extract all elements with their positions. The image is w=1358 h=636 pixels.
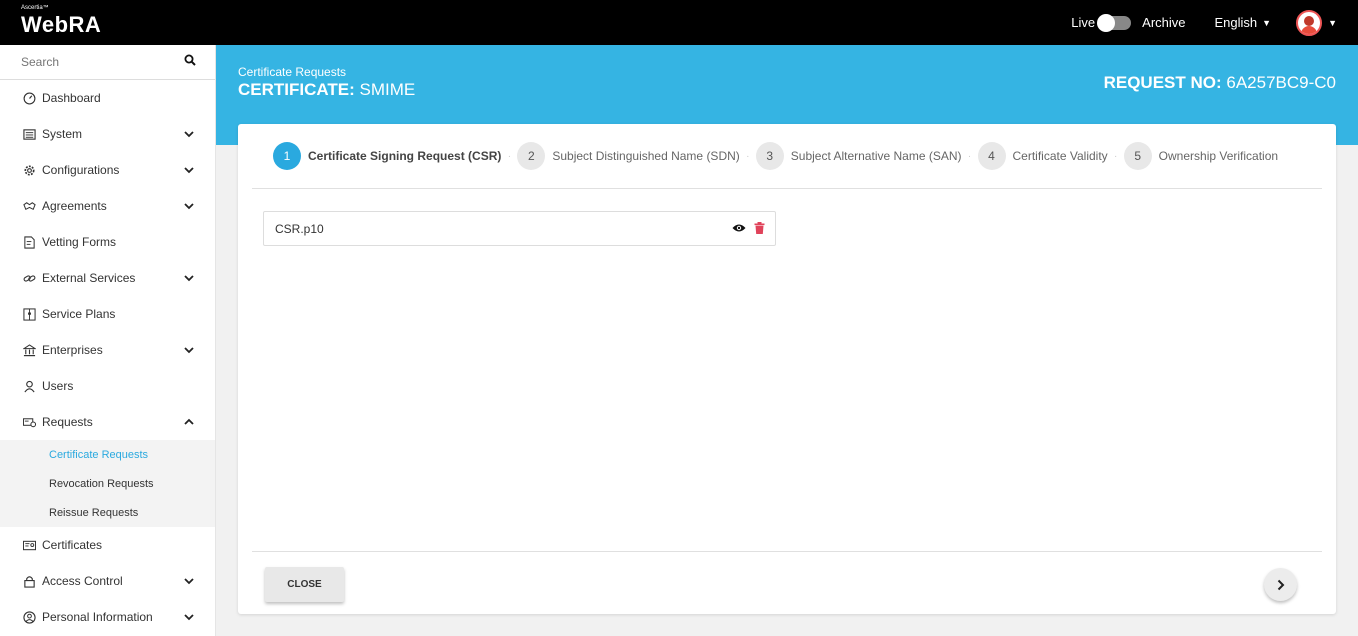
step-5[interactable]: 5 Ownership Verification <box>1123 142 1279 170</box>
step-separator: · <box>1114 150 1118 162</box>
gear-icon <box>22 163 36 177</box>
sidebar-item-label: Dashboard <box>42 91 101 105</box>
caret-down-icon: ▼ <box>1262 17 1272 28</box>
caret-down-icon[interactable]: ▼ <box>1328 18 1337 28</box>
request-icon <box>22 415 36 429</box>
sidebar-item-enterprises[interactable]: Enterprises <box>0 332 215 368</box>
sidebar-item-label: Vetting Forms <box>42 235 117 249</box>
sidebar-item-certificates[interactable]: Certificates <box>0 527 215 563</box>
eye-icon[interactable] <box>732 223 746 233</box>
sidebar-nav: Dashboard System Configurations Agreements V… <box>0 80 215 635</box>
step-1[interactable]: 1 Certificate Signing Request (CSR) <box>273 142 501 170</box>
sidebar-item-label: Configurations <box>42 163 120 177</box>
sidebar-item-label: Certificates <box>42 538 103 552</box>
step-number: 2 <box>517 142 546 170</box>
sidebar-item-external-services[interactable]: External Services <box>0 260 215 296</box>
language-label: English <box>1214 15 1258 30</box>
search-icon[interactable] <box>184 53 196 71</box>
sidebar-item-dashboard[interactable]: Dashboard <box>0 80 215 116</box>
step-label: Ownership Verification <box>1158 149 1279 163</box>
top-bar: Ascertia™ WebRA Live Archive English ▼ ▼ <box>0 0 1358 45</box>
step-label: Certificate Signing Request (CSR) <box>308 149 502 163</box>
archive-label: Archive <box>1142 15 1186 30</box>
footer-divider <box>252 551 1322 552</box>
toggle-knob <box>1097 13 1116 32</box>
csr-file-field: CSR.p10 <box>263 211 776 246</box>
sidebar-item-service-plans[interactable]: Service Plans <box>0 296 215 332</box>
step-separator: · <box>967 150 972 162</box>
sidebar-item-access-control[interactable]: Access Control <box>0 563 215 599</box>
step-separator: · <box>507 150 512 162</box>
sidebar: Dashboard System Configurations Agreements V… <box>0 45 216 636</box>
building-icon <box>22 343 36 357</box>
handshake-icon <box>22 199 36 213</box>
certificate-icon <box>22 538 36 552</box>
sidebar-item-label: System <box>42 127 83 141</box>
sidebar-item-label: Users <box>42 379 74 393</box>
step-number: 1 <box>273 142 301 170</box>
submenu-item-revocation-requests[interactable]: Revocation Requests <box>0 469 215 498</box>
title-value: SMIME <box>359 80 416 99</box>
request-card: 1 Certificate Signing Request (CSR) · 2 Subj… <box>238 124 1336 614</box>
live-archive-toggle[interactable] <box>1097 13 1132 32</box>
step-label: Subject Distinguished Name (SDN) <box>552 149 740 163</box>
form-icon <box>22 235 36 249</box>
submenu-item-reissue-requests[interactable]: Reissue Requests <box>0 498 215 527</box>
logo[interactable]: Ascertia™ WebRA <box>21 5 101 38</box>
trash-icon[interactable] <box>754 222 765 234</box>
step-separator: · <box>746 150 750 162</box>
language-selector[interactable]: English ▼ <box>1215 15 1272 30</box>
search-input[interactable] <box>21 55 171 69</box>
title-prefix: CERTIFICATE: <box>238 80 355 99</box>
sidebar-item-requests[interactable]: Requests <box>0 404 215 440</box>
logo-title: WebRA <box>21 12 102 37</box>
step-number: 4 <box>977 142 1006 170</box>
plan-icon <box>22 307 36 321</box>
breadcrumb[interactable]: Certificate Requests <box>238 65 346 79</box>
file-name: CSR.p10 <box>275 221 324 236</box>
sidebar-item-label: Agreements <box>42 199 107 213</box>
live-label: Live <box>1071 15 1096 30</box>
request-value: 6A257BC9-C0 <box>1226 73 1336 92</box>
sidebar-item-system[interactable]: System <box>0 116 215 152</box>
sidebar-item-label: Personal Information <box>42 610 153 624</box>
sidebar-item-label: Enterprises <box>42 343 103 357</box>
person-circle-icon <box>22 610 36 624</box>
sidebar-item-label: Service Plans <box>42 307 116 321</box>
link-icon <box>22 271 36 285</box>
step-4[interactable]: 4 Certificate Validity <box>977 142 1108 170</box>
step-label: Subject Alternative Name (SAN) <box>790 149 962 163</box>
request-number: REQUEST NO: 6A257BC9-C0 <box>1104 73 1336 93</box>
next-button[interactable] <box>1264 568 1297 601</box>
logo-brand: Ascertia™ <box>21 5 49 11</box>
sidebar-item-label: External Services <box>42 271 136 285</box>
user-icon <box>22 379 36 393</box>
stepper: 1 Certificate Signing Request (CSR) · 2 Subj… <box>252 124 1322 189</box>
lock-icon <box>22 574 36 588</box>
requests-submenu: Certificate Requests Revocation Requests R… <box>0 440 215 527</box>
chevron-right-icon <box>1277 579 1284 590</box>
sidebar-item-users[interactable]: Users <box>0 368 215 404</box>
sidebar-item-configurations[interactable]: Configurations <box>0 152 215 188</box>
sidebar-search <box>0 45 215 80</box>
step-number: 5 <box>1123 142 1152 170</box>
step-label: Certificate Validity <box>1012 149 1108 163</box>
page-title: CERTIFICATE: SMIME <box>238 80 415 100</box>
submenu-item-certificate-requests[interactable]: Certificate Requests <box>0 440 215 469</box>
sidebar-item-label: Access Control <box>42 574 123 588</box>
sidebar-item-vetting-forms[interactable]: Vetting Forms <box>0 224 215 260</box>
step-2[interactable]: 2 Subject Distinguished Name (SDN) <box>517 142 740 170</box>
request-prefix: REQUEST NO: <box>1103 73 1222 92</box>
dashboard-icon <box>22 91 36 105</box>
avatar[interactable] <box>1296 9 1323 36</box>
step-number: 3 <box>755 142 784 170</box>
close-button[interactable]: CLOSE <box>265 567 344 602</box>
sidebar-item-label: Requests <box>42 415 93 429</box>
system-icon <box>22 127 36 141</box>
sidebar-item-agreements[interactable]: Agreements <box>0 188 215 224</box>
sidebar-item-personal-information[interactable]: Personal Information <box>0 599 215 635</box>
step-3[interactable]: 3 Subject Alternative Name (SAN) <box>755 142 962 170</box>
